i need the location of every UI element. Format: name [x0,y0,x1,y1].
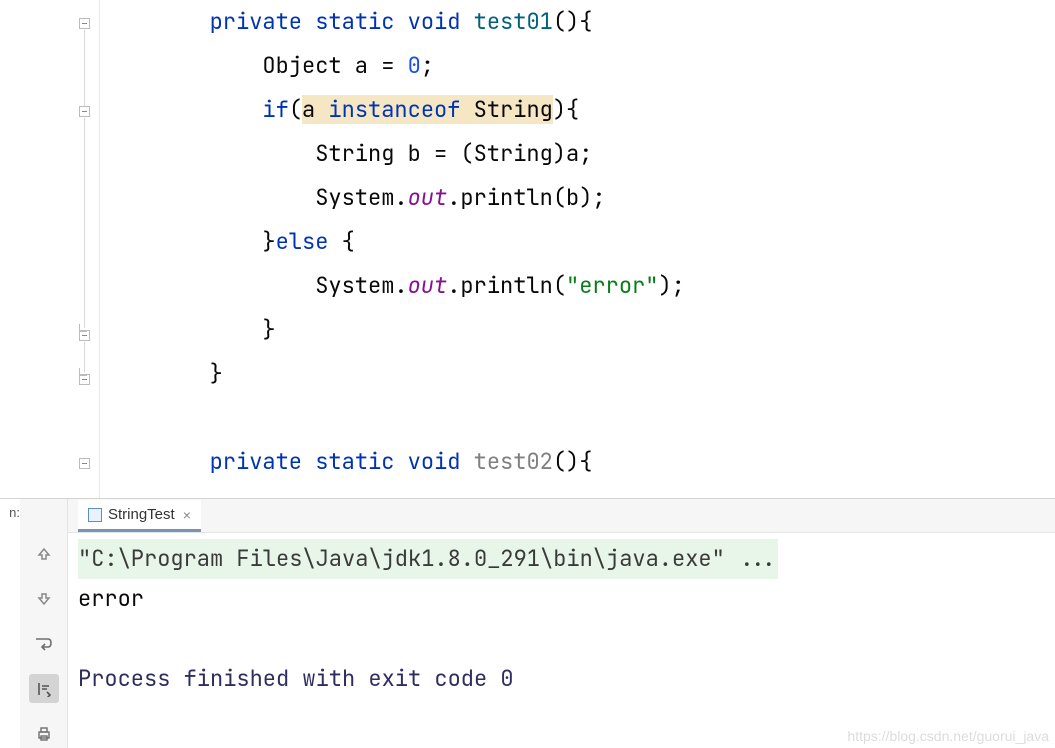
code-line[interactable]: private static void test02(){ [104,440,1055,484]
arrow-down-icon[interactable] [29,584,59,613]
code-line[interactable]: }else { [104,220,1055,264]
code-line[interactable]: Object a = 0; [104,44,1055,88]
fold-open-icon[interactable] [79,458,90,469]
code-line[interactable]: } [104,308,1055,352]
close-icon[interactable]: × [183,507,191,523]
run-label: n: [0,499,20,748]
code-area[interactable]: private static void test01(){ Object a =… [100,0,1055,498]
run-panel: n: StringTest × "C:\Program Files\Java\j… [0,498,1055,748]
run-toolbar [20,499,68,748]
code-line[interactable]: String b = (String)a; [104,132,1055,176]
code-line[interactable]: private static void test01(){ [104,0,1055,44]
console-command-line: "C:\Program Files\Java\jdk1.8.0_291\bin\… [78,539,778,579]
run-tab-stringtest[interactable]: StringTest × [78,500,201,532]
print-icon[interactable] [29,719,59,748]
run-config-icon [88,508,102,522]
run-tab-bar: StringTest × [68,499,1055,533]
fold-open-icon[interactable] [79,106,90,117]
soft-wrap-icon[interactable] [29,629,59,658]
tab-label: StringTest [108,506,175,523]
console-stdout-line: error [78,579,1045,619]
code-line[interactable]: } [104,352,1055,396]
watermark-text: https://blog.csdn.net/guorui_java [847,728,1049,744]
console-area: StringTest × "C:\Program Files\Java\jdk1… [68,499,1055,748]
scroll-to-end-icon[interactable] [29,674,59,703]
code-line[interactable]: System.out.println("error"); [104,264,1055,308]
code-editor[interactable]: private static void test01(){ Object a =… [0,0,1055,498]
fold-open-icon[interactable] [79,18,90,29]
console-output[interactable]: "C:\Program Files\Java\jdk1.8.0_291\bin\… [68,533,1055,748]
arrow-up-icon[interactable] [29,539,59,568]
fold-close-icon[interactable] [79,330,90,341]
code-line[interactable]: if(a instanceof String){ [104,88,1055,132]
code-line[interactable] [104,396,1055,440]
fold-close-icon[interactable] [79,374,90,385]
editor-gutter [0,0,100,498]
code-line[interactable]: System.out.println(b); [104,176,1055,220]
console-exit-line: Process finished with exit code 0 [78,659,1045,699]
